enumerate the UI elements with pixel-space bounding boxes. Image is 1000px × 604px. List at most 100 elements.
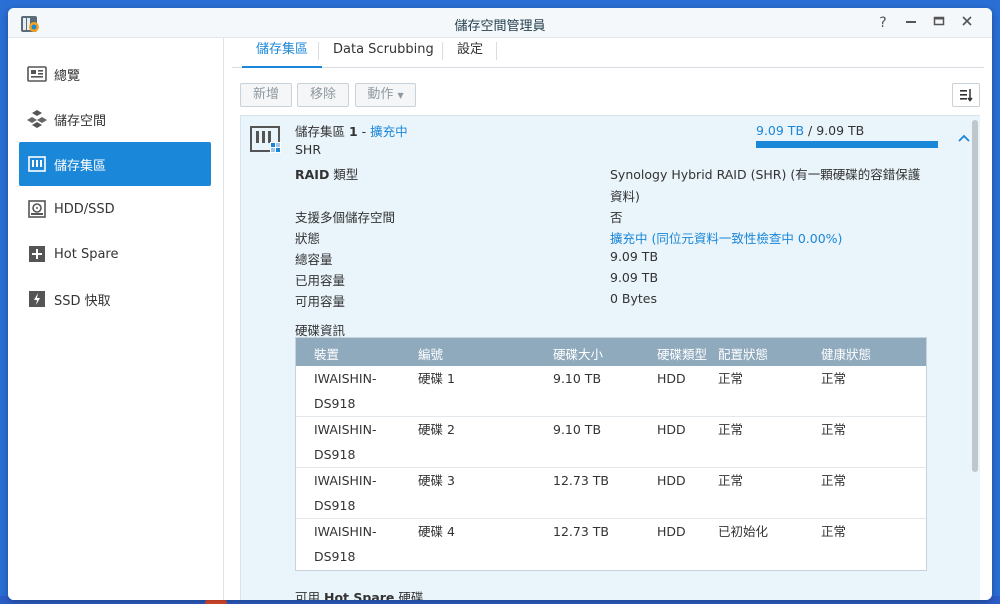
pool-type: SHR xyxy=(295,142,322,157)
disk-table-header: 裝置 編號 硬碟大小 硬碟類型 配置狀態 健康狀態 xyxy=(296,338,926,366)
dropdown-arrow-icon: ▼ xyxy=(397,91,404,100)
minimize-icon[interactable] xyxy=(902,14,920,32)
sidebar-item-ssd-cache[interactable]: SSD 快取 xyxy=(19,277,211,321)
pool-title-separator: - xyxy=(357,124,371,139)
storage-pool-large-icon xyxy=(250,126,281,153)
tab-storage-pool[interactable]: 儲存集區 xyxy=(242,38,323,68)
pool-name: 儲存集區 xyxy=(295,124,346,139)
cell-size: 9.10 TB xyxy=(553,371,602,386)
status-value: 擴充中 (同位元資料一致性檢查中 0.00%) xyxy=(610,228,842,247)
sidebar-item-label: 儲存集區 xyxy=(54,158,107,174)
column-header-type[interactable]: 硬碟類型 xyxy=(657,344,707,363)
hot-spare-title: 可用 Hot Spare 硬碟 xyxy=(295,587,423,600)
raid-type-value-line2: 資料) xyxy=(610,189,640,204)
sidebar-item-hdd-ssd[interactable]: HDD/SSD xyxy=(19,187,211,231)
sidebar-item-storage-pool[interactable]: 儲存集區 xyxy=(19,142,211,186)
sidebar-item-hot-spare[interactable]: Hot Spare xyxy=(19,232,211,276)
cell-allocation: 正常 xyxy=(718,422,744,437)
cell-size: 12.73 TB xyxy=(553,473,609,488)
main-content: 儲存集區 Data Scrubbing 設定 新增 移除 動作 ▼ 儲存集區 1… xyxy=(232,38,992,600)
tab-bar: 儲存集區 Data Scrubbing 設定 xyxy=(232,38,984,68)
cell-device-line2: DS918 xyxy=(314,498,356,513)
capacity-bar xyxy=(756,141,938,148)
sidebar-item-label: HDD/SSD xyxy=(54,201,115,217)
table-row[interactable]: IWAISHIN- DS918 硬碟 3 12.73 TB HDD 正常 正常 xyxy=(296,468,926,519)
create-button[interactable]: 新增 xyxy=(240,83,292,107)
hot-spare-bold: Hot Spare xyxy=(324,590,395,600)
status-detail: (同位元資料一致性檢查中 0.00%) xyxy=(651,231,843,246)
help-icon[interactable]: ? xyxy=(874,14,892,32)
ssd-cache-icon xyxy=(27,289,47,309)
sidebar-item-label: SSD 快取 xyxy=(54,293,111,309)
tab-divider xyxy=(496,42,497,60)
cell-allocation: 正常 xyxy=(718,473,744,488)
used-capacity-value: 9.09 TB xyxy=(610,270,659,285)
capacity-total: 9.09 TB xyxy=(816,123,865,138)
close-icon[interactable] xyxy=(958,14,976,32)
storage-manager-window: 儲存空間管理員 ? 總覽 儲存空間 儲存集區 HDD/SSD Hot Spare… xyxy=(8,8,992,600)
sidebar-item-label: 總覽 xyxy=(54,68,81,84)
sidebar-item-label: Hot Spare xyxy=(54,246,119,262)
cell-device: IWAISHIN- xyxy=(314,371,377,386)
scrollbar-thumb[interactable] xyxy=(972,120,978,472)
cell-device: IWAISHIN- xyxy=(314,473,377,488)
cell-device-line2: DS918 xyxy=(314,549,356,564)
cell-number: 硬碟 2 xyxy=(418,422,455,437)
sort-icon[interactable] xyxy=(952,83,980,107)
cell-health: 正常 xyxy=(821,524,847,539)
action-dropdown[interactable]: 動作 ▼ xyxy=(355,83,416,107)
hdd-icon xyxy=(27,199,47,219)
raid-label-prefix: RAID xyxy=(295,167,330,182)
sidebar-item-overview[interactable]: 總覽 xyxy=(19,52,211,96)
cell-allocation: 已初始化 xyxy=(718,524,769,539)
volume-icon xyxy=(27,109,47,129)
remove-button[interactable]: 移除 xyxy=(297,83,349,107)
raid-type-value-line1: Synology Hybrid RAID (SHR) (有一顆硬碟的容錯保護 xyxy=(610,167,921,182)
column-header-health[interactable]: 健康狀態 xyxy=(821,344,871,363)
column-header-number[interactable]: 編號 xyxy=(418,344,443,363)
table-row[interactable]: IWAISHIN- DS918 硬碟 2 9.10 TB HDD 正常 正常 xyxy=(296,417,926,468)
overview-icon xyxy=(27,64,47,84)
sidebar-item-volume[interactable]: 儲存空間 xyxy=(19,97,211,141)
window-title: 儲存空間管理員 xyxy=(454,19,546,34)
cell-type: HDD xyxy=(657,371,686,386)
cell-device-line2: DS918 xyxy=(314,396,356,411)
column-header-device[interactable]: 裝置 xyxy=(314,344,339,363)
cell-health: 正常 xyxy=(821,422,847,437)
table-row[interactable]: IWAISHIN- DS918 硬碟 4 12.73 TB HDD 已初始化 正… xyxy=(296,519,926,570)
title-bar[interactable]: 儲存空間管理員 ? xyxy=(8,8,992,38)
tab-settings[interactable]: 設定 xyxy=(443,38,497,68)
sidebar-item-label: 儲存空間 xyxy=(54,113,107,129)
status-label: 狀態 xyxy=(295,231,321,246)
available-capacity-value: 0 Bytes xyxy=(610,291,658,306)
hot-spare-suffix: 硬碟 xyxy=(394,590,424,600)
cell-number: 硬碟 3 xyxy=(418,473,455,488)
cell-device: IWAISHIN- xyxy=(314,422,377,437)
cell-health: 正常 xyxy=(821,473,847,488)
chevron-up-icon[interactable] xyxy=(957,133,971,143)
storage-pool-icon xyxy=(27,154,47,174)
cell-device: IWAISHIN- xyxy=(314,524,377,539)
cell-size: 12.73 TB xyxy=(553,524,609,539)
capacity-bar-fill xyxy=(756,141,938,148)
total-capacity-label: 總容量 xyxy=(295,252,333,267)
raid-type-label: RAID 類型 xyxy=(295,164,358,183)
column-header-allocation[interactable]: 配置狀態 xyxy=(718,344,768,363)
action-label: 動作 xyxy=(367,87,394,102)
pool-number: 1 xyxy=(349,124,358,139)
cell-allocation: 正常 xyxy=(718,371,744,386)
pool-title: 儲存集區 1 - 擴充中 xyxy=(295,121,408,140)
cell-device-line2: DS918 xyxy=(314,447,356,462)
cell-type: HDD xyxy=(657,473,686,488)
raid-label-suffix: 類型 xyxy=(329,167,359,182)
column-header-size[interactable]: 硬碟大小 xyxy=(553,344,603,363)
multi-volume-label: 支援多個儲存空間 xyxy=(295,210,396,225)
total-capacity-value: 9.09 TB xyxy=(610,249,659,264)
pool-status-link[interactable]: 擴充中 xyxy=(370,124,408,139)
maximize-icon[interactable] xyxy=(930,14,948,32)
tab-data-scrubbing[interactable]: Data Scrubbing xyxy=(319,38,448,68)
cell-size: 9.10 TB xyxy=(553,422,602,437)
table-row[interactable]: IWAISHIN- DS918 硬碟 1 9.10 TB HDD 正常 正常 xyxy=(296,366,926,417)
capacity-separator: / xyxy=(804,123,817,138)
capacity-text: 9.09 TB / 9.09 TB xyxy=(756,123,864,138)
